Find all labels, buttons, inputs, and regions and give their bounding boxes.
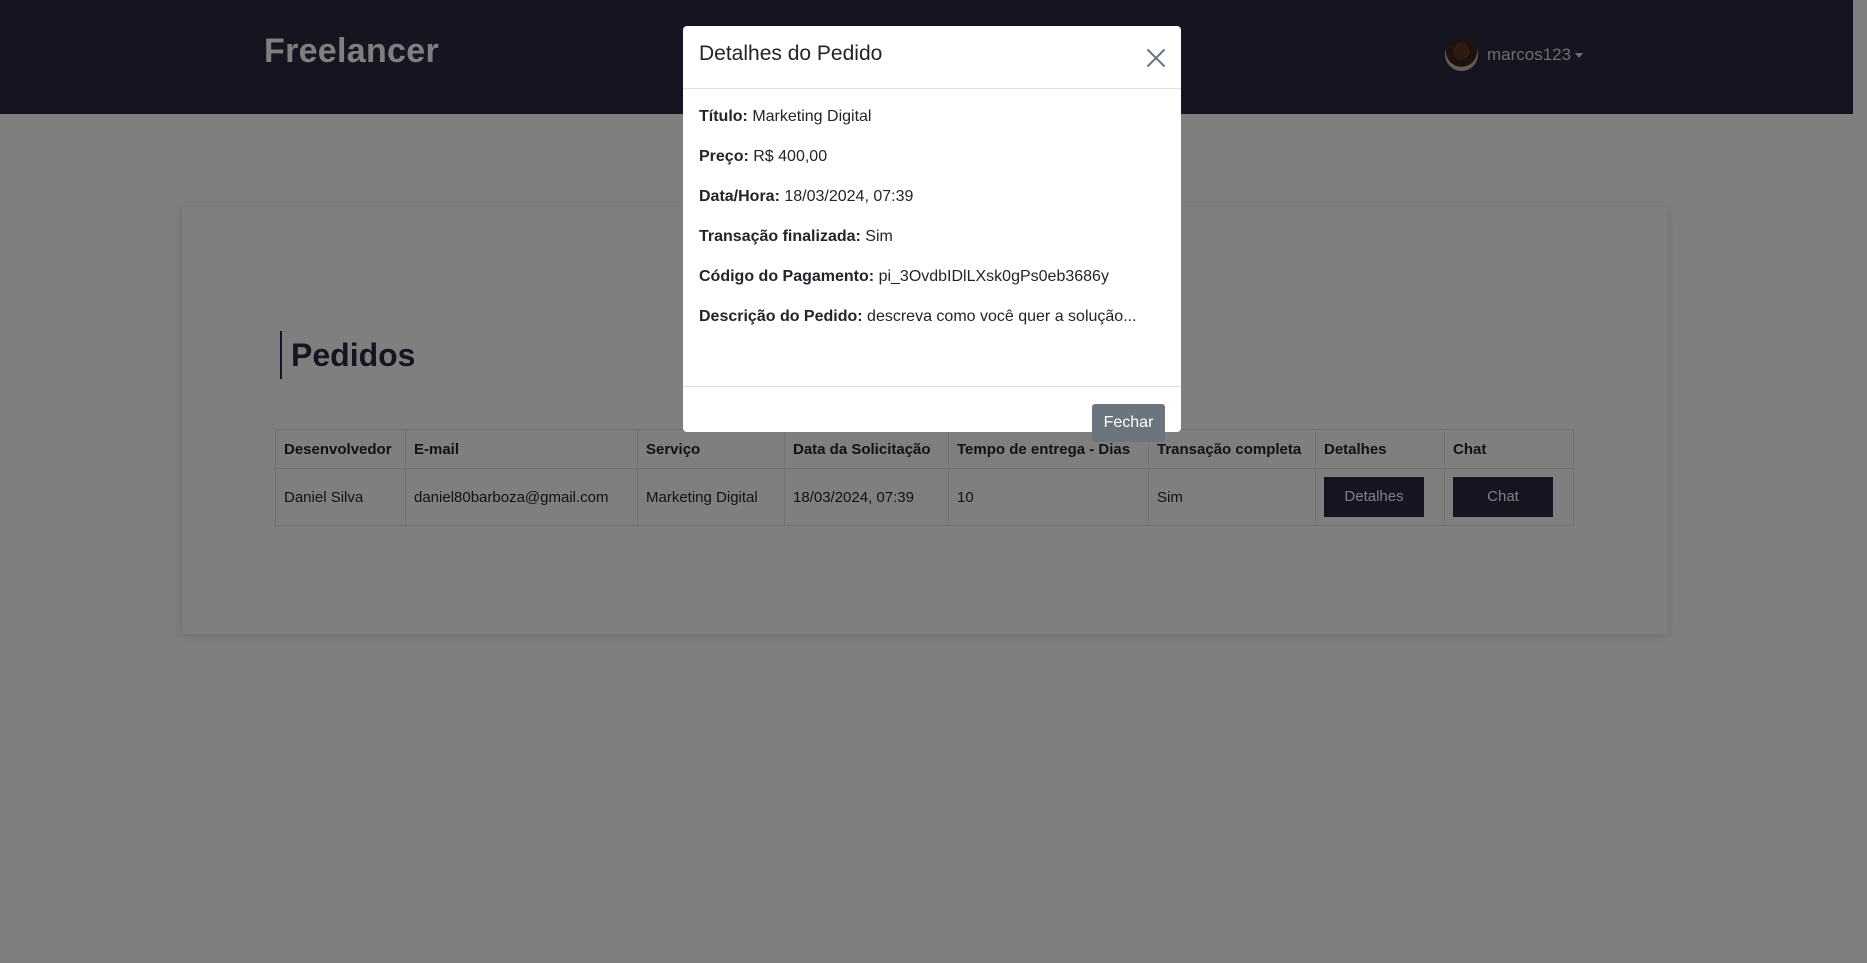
detail-label: Transação finalizada: xyxy=(699,228,861,245)
modal-body: Título: Marketing Digital Preço: R$ 400,… xyxy=(683,89,1181,387)
detail-label: Código do Pagamento: xyxy=(699,268,875,285)
close-button[interactable]: Fechar xyxy=(1092,404,1165,442)
detail-label: Descrição do Pedido: xyxy=(699,308,863,325)
order-details-modal: Detalhes do Pedido Título: Marketing Dig… xyxy=(683,26,1181,442)
detail-label: Preço: xyxy=(699,148,749,165)
close-icon[interactable] xyxy=(1146,48,1166,68)
detail-label: Data/Hora: xyxy=(699,188,780,205)
detail-label: Título: xyxy=(699,108,748,125)
detail-price: Preço: R$ 400,00 xyxy=(699,145,1165,185)
modal-footer: Fechar xyxy=(683,387,1181,442)
detail-value: Marketing Digital xyxy=(752,108,872,125)
detail-value: 18/03/2024, 07:39 xyxy=(784,188,914,205)
detail-datetime: Data/Hora: 18/03/2024, 07:39 xyxy=(699,185,1165,225)
detail-value: descreva como você quer a solução... xyxy=(867,308,1137,325)
detail-value: pi_3OvdbIDlLXsk0gPs0eb3686y xyxy=(878,268,1109,285)
detail-value: R$ 400,00 xyxy=(753,148,828,165)
detail-value: Sim xyxy=(865,228,893,245)
modal-title: Detalhes do Pedido xyxy=(699,42,883,65)
detail-title: Título: Marketing Digital xyxy=(699,105,1165,145)
detail-transaction: Transação finalizada: Sim xyxy=(699,225,1165,265)
detail-payment-code: Código do Pagamento: pi_3OvdbIDlLXsk0gPs… xyxy=(699,265,1165,305)
detail-description: Descrição do Pedido: descreva como você … xyxy=(699,305,1165,345)
modal-header: Detalhes do Pedido xyxy=(683,26,1181,89)
